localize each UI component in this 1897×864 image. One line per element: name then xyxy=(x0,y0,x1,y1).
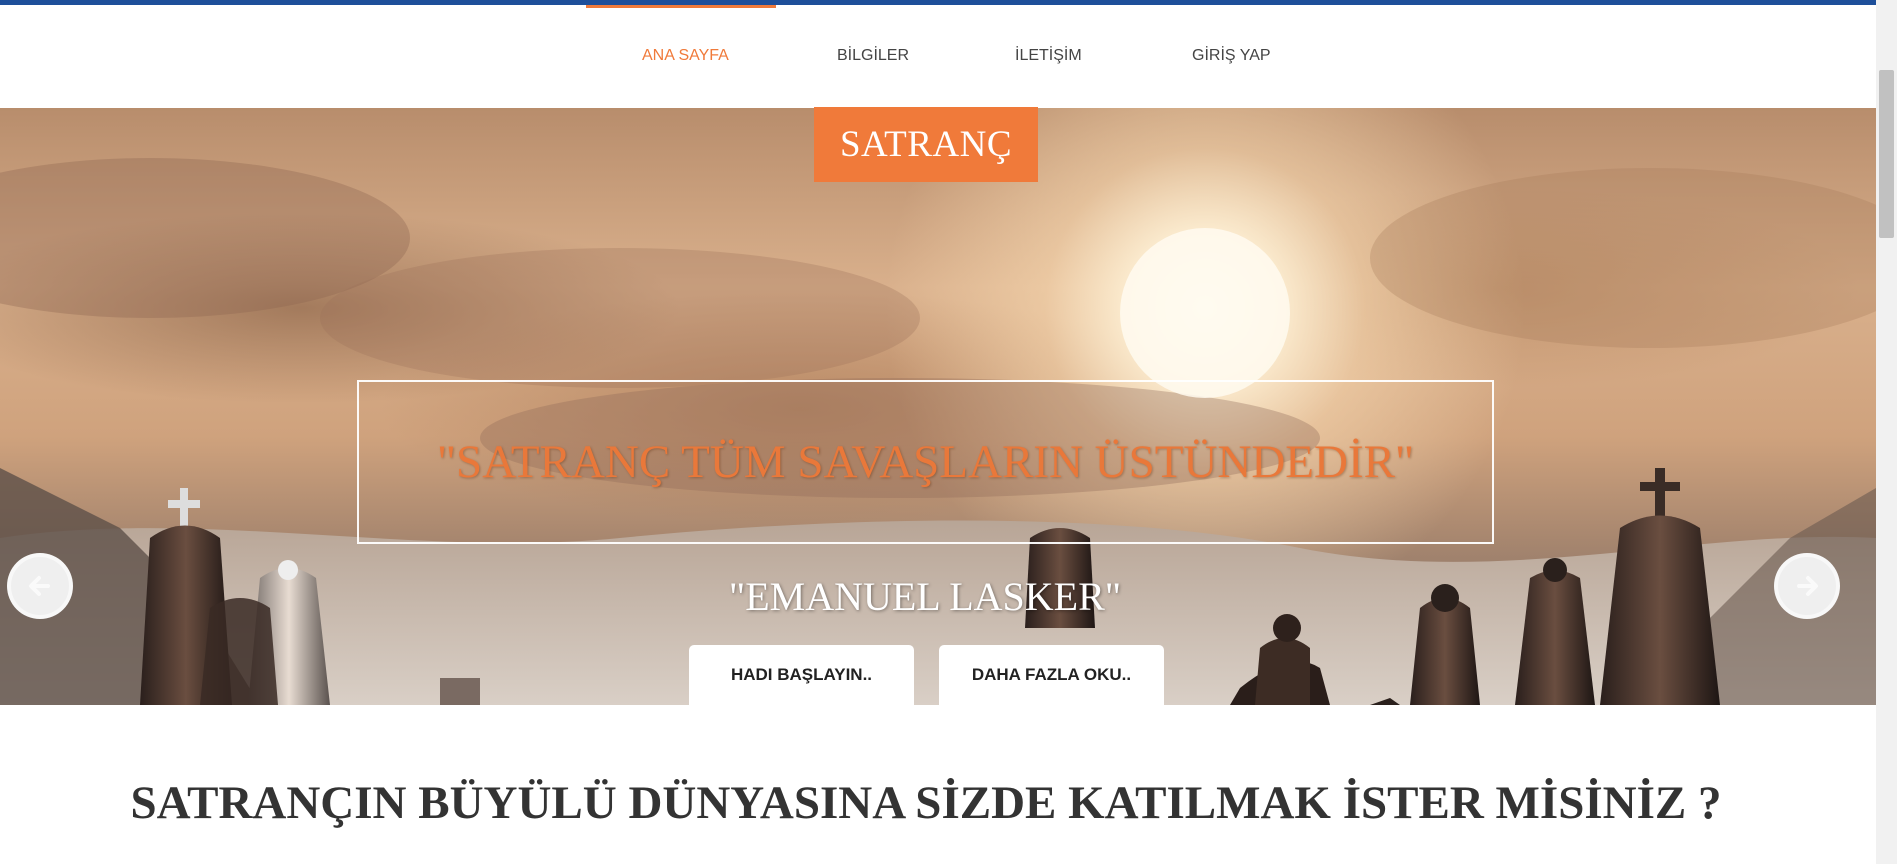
hero-quote: "SATRANÇ TÜM SAVAŞLARIN ÜSTÜNDEDİR" xyxy=(436,436,1415,488)
nav-item-bilgiler[interactable]: BİLGİLER xyxy=(837,47,909,65)
main-navigation: ANA SAYFA BİLGİLER İLETİŞİM GİRİŞ YAP xyxy=(0,5,1876,108)
read-more-button[interactable]: DAHA FAZLA OKU.. xyxy=(939,645,1164,705)
nav-item-giris-yap[interactable]: GİRİŞ YAP xyxy=(1192,47,1271,65)
nav-item-ana-sayfa[interactable]: ANA SAYFA xyxy=(642,47,729,65)
quote-frame: "SATRANÇ TÜM SAVAŞLARIN ÜSTÜNDEDİR" xyxy=(357,380,1494,544)
section-heading: SATRANÇIN BÜYÜLÜ DÜNYASINA SİZDE KATILMA… xyxy=(130,777,1722,829)
active-nav-indicator xyxy=(586,5,776,8)
start-button[interactable]: HADI BAŞLAYIN.. xyxy=(689,645,914,705)
brand-logo[interactable]: SATRANÇ xyxy=(814,107,1038,182)
scrollbar-thumb[interactable] xyxy=(1879,70,1894,238)
nav-item-iletisim[interactable]: İLETİŞİM xyxy=(1015,47,1082,65)
quote-author: "EMANUEL LASKER" xyxy=(728,574,1122,619)
